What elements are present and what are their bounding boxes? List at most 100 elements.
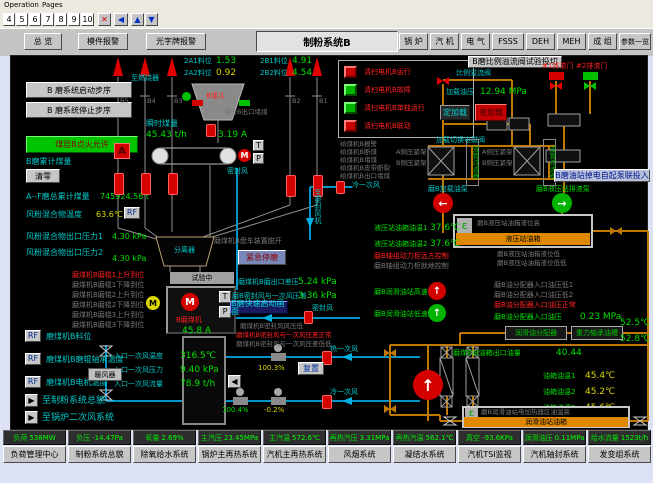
lube-tank-temp-label: 油箱油温1 [543, 372, 575, 380]
back-page-icon[interactable]: ◀ [228, 375, 241, 388]
valve-icon[interactable] [141, 173, 151, 195]
nav-generator[interactable]: 发变组系统 [588, 446, 651, 463]
valve-icon[interactable] [206, 124, 216, 137]
fixed-load-button[interactable]: 定加载 [440, 105, 470, 120]
nav-turbine-tsi[interactable]: 汽机TSI监视 [458, 446, 521, 463]
valve-icon[interactable] [114, 173, 124, 195]
page-link-icon[interactable]: ▶ [25, 394, 38, 407]
app-window: Operation Pages 4 5 6 7 8 9 10 ✕ ◀ ▲ ▼ 总… [0, 0, 653, 483]
annunciator-alarm-button[interactable]: 光字牌报警 [146, 33, 206, 50]
page-button-6[interactable]: 6 [29, 13, 41, 26]
rf-button-roller-temp[interactable]: RF [25, 353, 41, 365]
load-pump-icon[interactable]: ← [433, 193, 453, 213]
reset-button[interactable]: 复置 [298, 362, 324, 375]
var-load-button[interactable]: 变加载 [475, 104, 507, 121]
hydraulic-tank-label: 液压站油箱 [456, 233, 590, 245]
page-button-7[interactable]: 7 [42, 13, 54, 26]
ls-pump-icon[interactable]: ↑ [428, 304, 446, 322]
delete-icon[interactable]: ✕ [98, 13, 111, 26]
page-button-8[interactable]: 8 [55, 13, 67, 26]
feeder-motor-indicator[interactable]: M [238, 149, 251, 162]
nav-gland-seal[interactable]: 汽机轴封系统 [523, 446, 586, 463]
mill-test-banner: 试验中 [170, 272, 234, 284]
burner-line-label: B5 [120, 98, 129, 106]
mill-start-seq-button[interactable]: B 磨系统启动步序 [26, 82, 132, 98]
nav-condensate[interactable]: 凝结水系统 [393, 446, 456, 463]
meh-button[interactable]: MEH [557, 33, 586, 50]
lube-tank-temp-value: 45.2℃ [585, 387, 615, 397]
clean-motor-status: 清扫电机B故障 [364, 86, 411, 94]
overview-button[interactable]: 总 览 [24, 33, 62, 50]
scroll-down-icon[interactable]: ▼ [145, 13, 158, 26]
feeder-letter-badge[interactable]: A [114, 143, 130, 159]
clear-button[interactable]: 清零 [26, 169, 60, 183]
turning-gear-label: 磨煤机B盘车装置脱开 [214, 237, 282, 245]
gate-closed-icon[interactable] [549, 72, 564, 80]
clean-motor-status: 清扫电机B单独运行 [364, 104, 425, 112]
power-loss-autostart-button[interactable]: B磨油站掉电自起泵联投入 [554, 169, 650, 182]
nav-turbine-reheat[interactable]: 汽机主再热系统 [263, 446, 326, 463]
gate-open-icon[interactable] [239, 100, 250, 106]
gate-closed-icon[interactable] [192, 100, 203, 106]
quick-start-button[interactable]: B磨快速启动画面 [230, 301, 288, 314]
mill-motor-indicator[interactable]: M [181, 293, 199, 311]
nav-load-center[interactable]: 负荷管理中心 [3, 446, 66, 463]
drain-pump-label: 磨B液压站排渣泵 [536, 185, 590, 193]
trend-button-p[interactable]: P [253, 153, 264, 164]
valve-icon[interactable] [304, 311, 313, 324]
status-value: 1523t/h [621, 434, 648, 442]
page-button-4[interactable]: 4 [3, 13, 15, 26]
tank-temp1-value: 37.6℃ [430, 223, 460, 233]
nav-boiler-reheat[interactable]: 锅炉主再热系统 [198, 446, 261, 463]
page-button-10[interactable]: 10 [81, 13, 94, 26]
electrical-button[interactable]: 电 气 [461, 33, 490, 50]
page-button-9[interactable]: 9 [68, 13, 80, 26]
valve-icon[interactable] [286, 175, 296, 197]
status-cell: 再热汽压3.31MPa [328, 430, 391, 445]
param-list-button[interactable]: 参数一览 [619, 33, 651, 50]
dual-filter-label: 双管过滤器 [466, 139, 479, 186]
nav-secondary-air[interactable]: 至锅炉二次风系统 [42, 413, 114, 423]
prop-valve-label: 比例溢流阀 [456, 69, 491, 77]
inst-coal-flow: 45.43 t/h [146, 130, 187, 140]
fsss-button[interactable]: FSSS [492, 33, 524, 50]
rf-button-level[interactable]: RF [25, 330, 41, 342]
scroll-up-icon[interactable]: ▲ [131, 13, 144, 26]
estop-button[interactable]: 紧急停磨 [238, 250, 286, 265]
valve-icon[interactable] [336, 181, 345, 194]
trend-button-t[interactable]: T [253, 140, 264, 151]
mill-stop-seq-button[interactable]: B 磨系统停止步序 [26, 102, 132, 118]
dist-press-low2: 磨B油分配器入口油压低2 [494, 291, 573, 299]
aux-motor-indicator[interactable]: M [146, 296, 160, 310]
valve-icon[interactable] [322, 395, 332, 409]
dist-press-value: 0.23 MPa [580, 312, 621, 322]
drain-pump-icon[interactable]: → [552, 193, 572, 213]
module-alarm-button[interactable]: 模件报警 [78, 33, 128, 50]
rf-button-motor-temp[interactable]: RF [25, 376, 41, 388]
nav-mill-overview[interactable]: 至制粉系统总貌 [42, 396, 105, 406]
bearing-temp-a: 52.5℃ [620, 318, 650, 328]
menu-pages[interactable]: Pages [42, 1, 63, 9]
lube-heater-warn: 磨B润滑油站电加热器区油温高 [481, 409, 570, 417]
gate-open-icon[interactable] [583, 72, 598, 80]
prev-page-icon[interactable]: ◀ [114, 13, 128, 26]
hs-pump-icon[interactable]: ↑ [428, 282, 446, 300]
page-button-5[interactable]: 5 [16, 13, 28, 26]
nav-air-flue[interactable]: 风烟系统 [328, 446, 391, 463]
deh-button[interactable]: DEH [526, 33, 555, 50]
burner-line-label: B3 [174, 98, 183, 106]
valve-icon[interactable] [168, 173, 178, 195]
nav-deaerator-feedwater[interactable]: 除氧给水系统 [133, 446, 196, 463]
boiler-button[interactable]: 锅 炉 [399, 33, 428, 50]
nav-mill-overview[interactable]: 制粉系统总貌 [68, 446, 131, 463]
status-cell: 负压-14.47Pa [68, 430, 131, 445]
turbine-button[interactable]: 汽 机 [430, 33, 459, 50]
menu-operation[interactable]: Operation [4, 1, 39, 9]
group-button[interactable]: 成 组 [588, 33, 617, 50]
lube-main-pump-icon[interactable]: ↑ [413, 370, 443, 400]
page-link-icon[interactable]: ▶ [25, 411, 38, 424]
press-frame-label: A侧压紧架 [482, 149, 512, 157]
level-label: 2B2料位 [260, 69, 288, 77]
status-value: 572.6℃ [292, 434, 320, 442]
rf-button-mix-temp[interactable]: RF [124, 207, 140, 219]
